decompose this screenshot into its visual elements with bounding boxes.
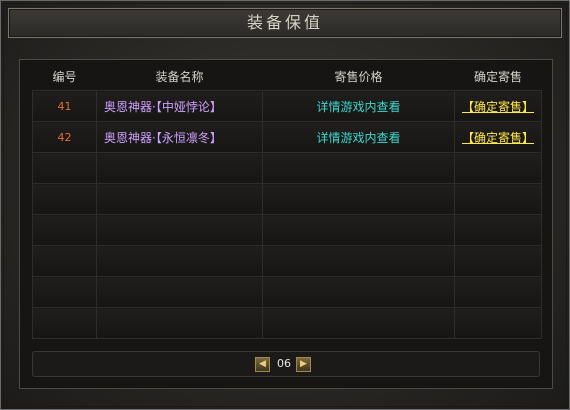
empty-cell: [454, 214, 542, 246]
consignment-table-wrap: 编号 装备名称 寄售价格 确定寄售 41 奥恩神器·【中娅悖论】 详情游戏内查看…: [32, 62, 542, 339]
row-item-name: 奥恩神器·【中娅悖论】: [96, 90, 263, 122]
empty-cell: [262, 245, 455, 277]
row-price: 详情游戏内查看: [262, 121, 455, 153]
header-item-name: 装备名称: [96, 62, 263, 91]
row-number: 41: [32, 90, 97, 122]
consignment-panel: 编号 装备名称 寄售价格 确定寄售 41 奥恩神器·【中娅悖论】 详情游戏内查看…: [19, 59, 553, 389]
empty-row: [32, 183, 542, 215]
empty-cell: [262, 152, 455, 184]
pagination-bar: ◀ 06 ▶: [32, 351, 540, 377]
table-row: 42 奥恩神器·【永恒凛冬】 详情游戏内查看 【确定寄售】: [32, 121, 542, 153]
table-row: 41 奥恩神器·【中娅悖论】 详情游戏内查看 【确定寄售】: [32, 90, 542, 122]
empty-row: [32, 276, 542, 308]
empty-cell: [96, 183, 263, 215]
prev-page-button[interactable]: ◀: [255, 357, 270, 372]
window-title: 装备保值: [246, 13, 323, 32]
empty-cell: [32, 214, 97, 246]
empty-cell: [262, 307, 455, 339]
empty-row: [32, 307, 542, 339]
empty-cell: [454, 183, 542, 215]
arrow-right-icon: ▶: [300, 359, 307, 369]
header-confirm: 确定寄售: [454, 62, 542, 91]
confirm-consign-link[interactable]: 【确定寄售】: [462, 100, 534, 114]
row-item-name: 奥恩神器·【永恒凛冬】: [96, 121, 263, 153]
page-number: 06: [277, 357, 291, 370]
empty-cell: [32, 307, 97, 339]
empty-cell: [262, 183, 455, 215]
row-number: 42: [32, 121, 97, 153]
confirm-consign-link[interactable]: 【确定寄售】: [462, 131, 534, 145]
empty-cell: [32, 276, 97, 308]
empty-cell: [454, 276, 542, 308]
empty-cell: [96, 307, 263, 339]
row-price: 详情游戏内查看: [262, 90, 455, 122]
header-price: 寄售价格: [262, 62, 455, 91]
empty-cell: [32, 152, 97, 184]
empty-cell: [96, 245, 263, 277]
empty-row: [32, 152, 542, 184]
consignment-table: 编号 装备名称 寄售价格 确定寄售 41 奥恩神器·【中娅悖论】 详情游戏内查看…: [32, 62, 542, 339]
empty-cell: [454, 307, 542, 339]
empty-row: [32, 214, 542, 246]
table-header-row: 编号 装备名称 寄售价格 确定寄售: [32, 62, 542, 91]
equipment-value-window: 装备保值 编号 装备名称 寄售价格 确定寄售 41 奥恩神器·【中娅悖论】 详情…: [0, 0, 570, 410]
empty-cell: [454, 245, 542, 277]
empty-cell: [32, 183, 97, 215]
arrow-left-icon: ◀: [259, 359, 266, 369]
empty-cell: [454, 152, 542, 184]
next-page-button[interactable]: ▶: [296, 357, 311, 372]
empty-cell: [262, 276, 455, 308]
empty-cell: [96, 276, 263, 308]
row-action-cell: 【确定寄售】: [454, 90, 542, 122]
row-action-cell: 【确定寄售】: [454, 121, 542, 153]
header-number: 编号: [32, 62, 97, 91]
empty-cell: [96, 214, 263, 246]
empty-cell: [262, 214, 455, 246]
title-bar: 装备保值: [8, 8, 562, 38]
empty-cell: [32, 245, 97, 277]
empty-cell: [96, 152, 263, 184]
empty-row: [32, 245, 542, 277]
